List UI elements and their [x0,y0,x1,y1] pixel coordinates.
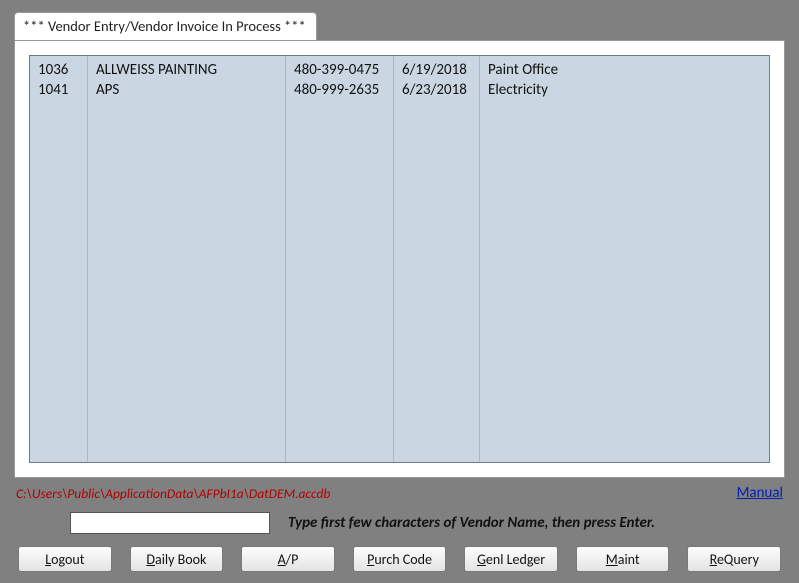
tab-label: *** Vendor Entry/Vendor Invoice In Proce… [23,17,306,35]
vendor-grid[interactable]: 1036 1041 ALLWEISS PAINTING APS 480-399-… [29,55,770,463]
tab-vendor-entry[interactable]: *** Vendor Entry/Vendor Invoice In Proce… [14,12,317,40]
logout-button[interactable]: Logout [18,546,112,572]
purch-code-button[interactable]: Purch Code [353,546,447,572]
genl-ledger-button[interactable]: Genl Ledger [464,546,558,572]
maint-button[interactable]: Maint [576,546,670,572]
main-panel: 1036 1041 ALLWEISS PAINTING APS 480-399-… [14,40,785,478]
daily-book-button[interactable]: Daily Book [130,546,224,572]
search-hint: Type first few characters of Vendor Name… [288,514,655,532]
vendor-search-input[interactable] [70,512,270,534]
cell-id[interactable]: 1036 [38,60,81,80]
cell-phone[interactable]: 480-399-0475 [294,60,387,80]
cell-date[interactable]: 6/23/2018 [402,80,473,100]
cell-id[interactable]: 1041 [38,80,81,100]
file-path: C:\Users\Public\ApplicationData\AFPbI1a\… [16,485,737,502]
manual-link[interactable]: Manual [737,484,783,502]
ap-button[interactable]: A/P [241,546,335,572]
cell-desc[interactable]: Paint Office [488,60,763,80]
cell-date[interactable]: 6/19/2018 [402,60,473,80]
cell-name[interactable]: ALLWEISS PAINTING [96,60,279,80]
cell-phone[interactable]: 480-999-2635 [294,80,387,100]
requery-button[interactable]: ReQuery [687,546,781,572]
cell-name[interactable]: APS [96,80,279,100]
cell-desc[interactable]: Electricity [488,80,763,100]
